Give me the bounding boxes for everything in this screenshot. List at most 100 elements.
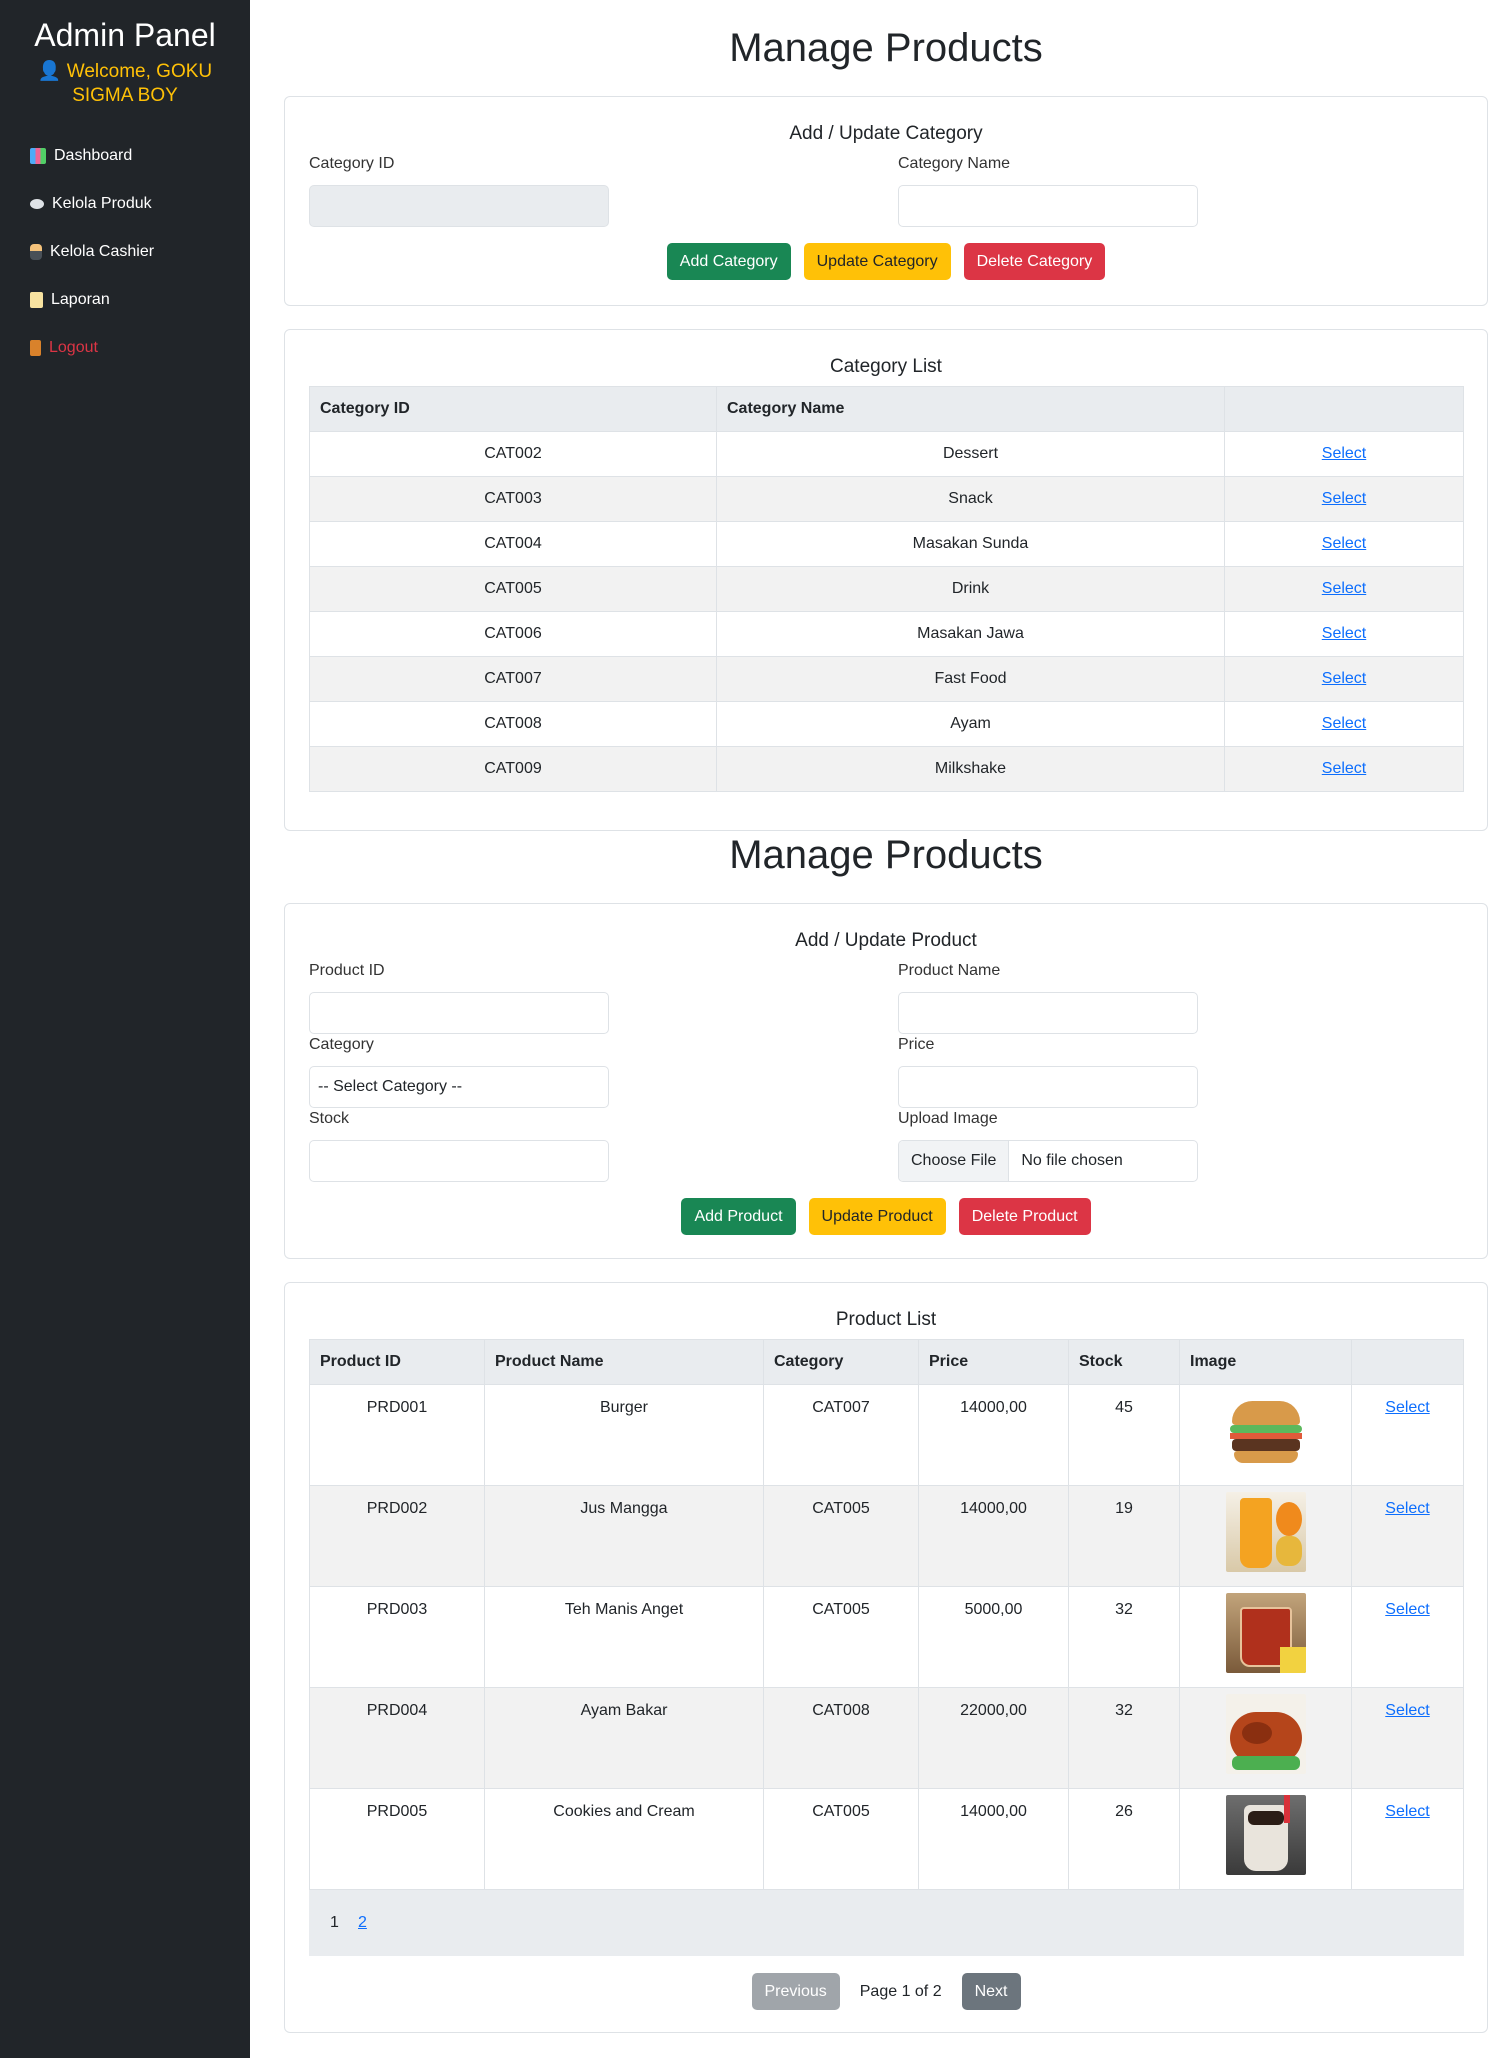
column-header: Stock xyxy=(1068,1339,1180,1385)
category-id-cell: CAT008 xyxy=(309,701,717,747)
product-image-cell xyxy=(1179,1788,1352,1890)
category-name-cell: Ayam xyxy=(716,701,1225,747)
select-link[interactable]: Select xyxy=(1385,1399,1429,1416)
grilled-chicken-image xyxy=(1225,1694,1306,1774)
column-header: Category xyxy=(763,1339,919,1385)
product-stock-cell: 19 xyxy=(1068,1485,1180,1587)
select-cell: Select xyxy=(1351,1485,1464,1587)
product-form-card: Add / Update Product Product ID Product … xyxy=(284,903,1488,1259)
table-row: PRD004 Ayam Bakar CAT008 22000,00 32 Select xyxy=(309,1687,1464,1789)
product-price-cell: 14000,00 xyxy=(918,1485,1069,1587)
sidebar-item-dashboard[interactable]: Dashboard xyxy=(0,132,250,180)
select-link[interactable]: Select xyxy=(1322,580,1366,597)
product-price-cell: 14000,00 xyxy=(918,1788,1069,1890)
select-cell: Select xyxy=(1224,746,1464,792)
product-category-cell: CAT005 xyxy=(763,1586,919,1688)
select-cell: Select xyxy=(1224,566,1464,612)
product-category-cell: CAT007 xyxy=(763,1384,919,1486)
sidebar-item-logout[interactable]: Logout xyxy=(0,324,250,372)
page-number-link[interactable]: 2 xyxy=(358,1914,367,1932)
tea-image xyxy=(1225,1593,1306,1673)
select-cell: Select xyxy=(1224,611,1464,657)
product-category-cell: CAT005 xyxy=(763,1485,919,1587)
upload-image-input[interactable]: Choose File No file chosen xyxy=(898,1140,1198,1182)
sidebar-item-label: Dashboard xyxy=(54,147,133,164)
column-header: Price xyxy=(918,1339,1069,1385)
category-id-cell: CAT006 xyxy=(309,611,717,657)
product-stock-cell: 45 xyxy=(1068,1384,1180,1486)
select-link[interactable]: Select xyxy=(1385,1803,1429,1820)
table-row: PRD005 Cookies and Cream CAT005 14000,00 26 S… xyxy=(309,1788,1464,1890)
product-price-cell: 5000,00 xyxy=(918,1586,1069,1688)
table-row: CAT004 Masakan Sunda Select xyxy=(309,521,1464,567)
product-name-cell: Burger xyxy=(484,1384,764,1486)
column-header: Image xyxy=(1179,1339,1352,1385)
mango-juice-image xyxy=(1225,1492,1306,1572)
product-name-cell: Jus Mangga xyxy=(484,1485,764,1587)
select-link[interactable]: Select xyxy=(1385,1500,1429,1517)
product-id-input[interactable] xyxy=(309,992,609,1034)
column-header: Category ID xyxy=(309,386,717,432)
price-input[interactable] xyxy=(898,1066,1198,1108)
select-link[interactable]: Select xyxy=(1385,1702,1429,1719)
page-title: Manage Products xyxy=(729,26,1043,70)
delete-category-button[interactable]: Delete Category xyxy=(963,243,1106,280)
table-row: PRD003 Teh Manis Anget CAT005 5000,00 32 Sele… xyxy=(309,1586,1464,1688)
page-info: Page 1 of 2 xyxy=(859,1982,942,2000)
product-form-title: Add / Update Product xyxy=(795,930,977,951)
column-header: Product ID xyxy=(309,1339,485,1385)
welcome-line-1: 👤 Welcome, GOKU xyxy=(37,61,213,82)
select-link[interactable]: Select xyxy=(1322,670,1366,687)
product-stock-cell: 26 xyxy=(1068,1788,1180,1890)
category-select[interactable]: -- Select Category -- xyxy=(309,1066,609,1108)
choose-file-button[interactable]: Choose File xyxy=(899,1141,1010,1181)
category-name-cell: Dessert xyxy=(716,431,1225,477)
product-id-cell: PRD005 xyxy=(309,1788,485,1890)
category-id-cell: CAT004 xyxy=(309,521,717,567)
update-product-button[interactable]: Update Product xyxy=(808,1198,946,1235)
sidebar-item-laporan[interactable]: Laporan xyxy=(0,276,250,324)
dish-icon xyxy=(30,199,44,209)
product-category-cell: CAT008 xyxy=(763,1687,919,1789)
category-id-cell: CAT009 xyxy=(309,746,717,792)
product-id-cell: PRD002 xyxy=(309,1485,485,1587)
select-link[interactable]: Select xyxy=(1322,535,1366,552)
add-category-button[interactable]: Add Category xyxy=(666,243,791,280)
category-id-cell: CAT003 xyxy=(309,476,717,522)
select-link[interactable]: Select xyxy=(1322,445,1366,462)
update-category-button[interactable]: Update Category xyxy=(803,243,951,280)
category-name-input[interactable] xyxy=(898,185,1198,227)
door-icon xyxy=(30,340,41,356)
previous-button[interactable]: Previous xyxy=(751,1973,840,2010)
product-price-cell: 22000,00 xyxy=(918,1687,1069,1789)
product-image-cell xyxy=(1179,1384,1352,1486)
table-row: CAT007 Fast Food Select xyxy=(309,656,1464,702)
select-link[interactable]: Select xyxy=(1322,715,1366,732)
select-cell: Select xyxy=(1351,1586,1464,1688)
scroll-icon xyxy=(30,292,43,308)
sidebar-item-label: Kelola Produk xyxy=(52,195,152,212)
product-name-input[interactable] xyxy=(898,992,1198,1034)
milkshake-image xyxy=(1225,1795,1306,1875)
select-link[interactable]: Select xyxy=(1322,490,1366,507)
select-link[interactable]: Select xyxy=(1322,625,1366,642)
stock-input[interactable] xyxy=(309,1140,609,1182)
next-button[interactable]: Next xyxy=(961,1973,1021,2010)
category-id-cell: CAT005 xyxy=(309,566,717,612)
column-header: Category Name xyxy=(716,386,1225,432)
sidebar-item-kelola-cashier[interactable]: Kelola Cashier xyxy=(0,228,250,276)
category-select-label: Category xyxy=(309,1036,374,1053)
select-link[interactable]: Select xyxy=(1322,760,1366,777)
select-link[interactable]: Select xyxy=(1385,1601,1429,1618)
add-product-button[interactable]: Add Product xyxy=(681,1198,796,1235)
page-number-current: 1 xyxy=(330,1914,339,1931)
category-id-input[interactable] xyxy=(309,185,609,227)
sidebar-item-kelola-produk[interactable]: Kelola Produk xyxy=(0,180,250,228)
category-name-cell: Snack xyxy=(716,476,1225,522)
delete-product-button[interactable]: Delete Product xyxy=(958,1198,1091,1235)
select-cell: Select xyxy=(1224,521,1464,567)
product-list-card: Product List Product ID Product Name Cat… xyxy=(284,1282,1488,2033)
sidebar-item-label: Logout xyxy=(49,339,98,356)
product-name-cell: Teh Manis Anget xyxy=(484,1586,764,1688)
select-cell: Select xyxy=(1224,431,1464,477)
